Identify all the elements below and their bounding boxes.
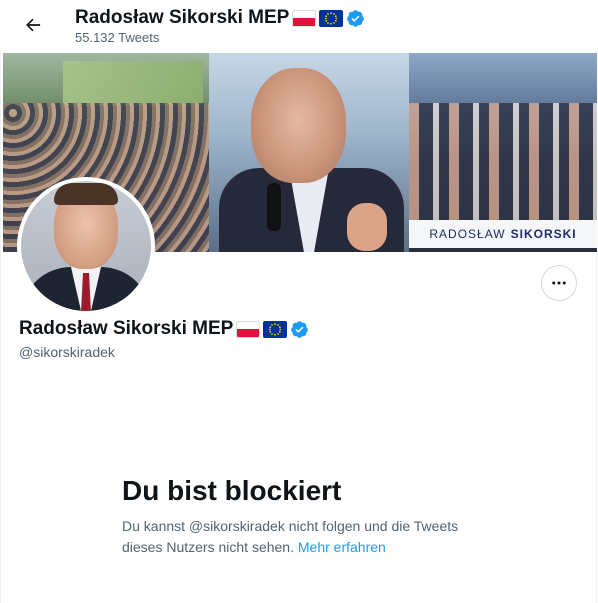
arrow-left-icon — [26, 18, 41, 32]
header-name: Radosław Sikorski MEP — [75, 7, 290, 28]
banner-group-photo: RADOSŁAW SIKORSKI — [409, 53, 597, 252]
more-options-button[interactable] — [541, 265, 577, 301]
verified-badge-icon — [347, 9, 365, 27]
verified-badge-icon — [291, 320, 309, 338]
profile-name-text: Radosław Sikorski MEP — [19, 318, 234, 339]
blocked-message: Du kannst @sikorskiradek nicht folgen un… — [122, 516, 502, 558]
avatar[interactable] — [17, 177, 155, 315]
banner-caption-first: RADOSŁAW — [429, 227, 506, 241]
blocked-title: Du bist blockiert — [122, 475, 342, 506]
flag-poland-icon — [236, 320, 261, 338]
profile-name: Radosław Sikorski MEP — [19, 318, 309, 340]
profile-handle: @sikorskiradek — [19, 344, 115, 360]
learn-more-link[interactable]: Mehr erfahren — [298, 539, 386, 555]
blocked-message-text: Du kannst @sikorskiradek nicht folgen un… — [122, 518, 459, 555]
banner-speaker-photo — [209, 53, 409, 252]
header-title: Radosław Sikorski MEP — [75, 7, 365, 29]
back-button[interactable] — [16, 8, 50, 42]
flag-eu-icon — [319, 9, 344, 27]
tweet-count: 55.132 Tweets — [75, 30, 160, 45]
banner-caption: RADOSŁAW SIKORSKI — [409, 220, 597, 248]
flag-poland-icon — [292, 9, 317, 27]
more-dots-icon — [552, 281, 566, 285]
top-bar: Radosław Sikorski MEP 55.132 Tweets — [0, 0, 598, 52]
banner-caption-last: SIKORSKI — [510, 227, 577, 241]
avatar-photo — [21, 181, 151, 311]
flag-eu-icon — [263, 320, 288, 338]
